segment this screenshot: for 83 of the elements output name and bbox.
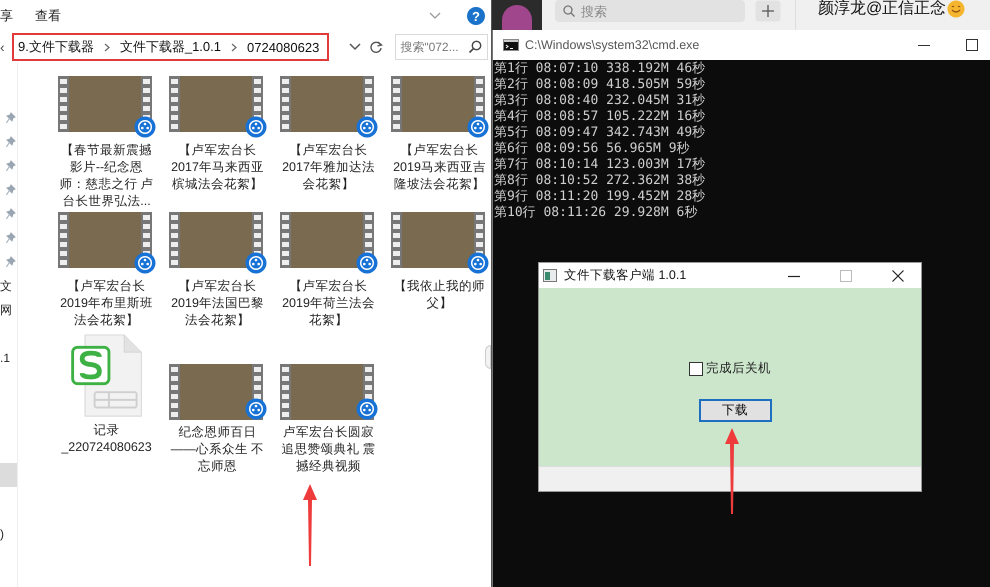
nav-item[interactable]: .1	[0, 346, 17, 370]
film-reel-icon	[244, 398, 266, 420]
pin-icon	[6, 208, 16, 220]
console-line: 第2行 08:08:09 418.505M 59秒	[494, 77, 706, 93]
video-thumbnail[interactable]	[280, 364, 374, 420]
video-thumbnail[interactable]	[280, 212, 374, 268]
video-thumbnail[interactable]	[390, 76, 484, 132]
checkbox[interactable]	[689, 362, 703, 376]
spreadsheet-file-icon[interactable]	[68, 334, 144, 418]
file-name[interactable]: 【卢军宏台长2017年马来西亚槟城法会花絮】	[170, 142, 266, 193]
checkbox-label[interactable]: 完成后关机	[706, 360, 771, 377]
chevron-down-icon[interactable]	[429, 12, 441, 20]
file-name[interactable]: 【卢军宏台长2019年荷兰法会花絮】	[280, 278, 376, 329]
pin-icon	[6, 232, 16, 244]
app-icon	[543, 269, 557, 282]
console-line: 第10行 08:11:26 29.928M 6秒	[494, 205, 698, 221]
add-button[interactable]	[755, 0, 781, 22]
video-thumbnail[interactable]	[58, 76, 152, 132]
address-bar[interactable]: 9.文件下载器 文件下载器_1.0.1 0724080623	[12, 33, 330, 61]
search-icon[interactable]	[468, 40, 482, 54]
close-button[interactable]	[891, 268, 905, 282]
console-line: 第4行 08:08:57 105.222M 16秒	[494, 109, 706, 125]
file-name[interactable]: 【卢军宏台长2019年法国巴黎法会花絮】	[170, 278, 266, 329]
maximize-button[interactable]	[965, 38, 979, 52]
collapse-handle[interactable]	[485, 345, 491, 369]
nav-item[interactable]: 文	[0, 274, 17, 298]
pin-icon	[6, 256, 16, 268]
file-name[interactable]: 卢军宏台长圆寂追思赞颂典礼 震撼经典视频	[280, 424, 376, 475]
dropdown-icon[interactable]	[349, 43, 362, 51]
console-line: 第3行 08:08:40 232.045M 31秒	[494, 93, 706, 109]
file-name[interactable]: 【我依止我的师父】	[392, 278, 488, 312]
film-reel-icon	[356, 398, 378, 420]
file-name[interactable]: 【卢军宏台长2019马来西亚吉隆坡法会花絮】	[392, 142, 488, 193]
nav-item[interactable]: 网	[0, 298, 17, 322]
film-reel-icon	[244, 116, 266, 138]
video-thumbnail[interactable]	[280, 76, 374, 132]
pin-icon	[6, 112, 16, 124]
pin-icon	[6, 160, 16, 172]
console-line: 第7行 08:10:14 123.003M 17秒	[494, 157, 706, 173]
help-button[interactable]: ?	[467, 7, 485, 25]
ribbon-tab[interactable]: 查看	[35, 7, 61, 25]
film-reel-icon	[134, 252, 156, 274]
search-icon	[563, 5, 575, 17]
console-line: 第8行 08:10:52 272.362M 38秒	[494, 173, 706, 189]
file-name[interactable]: 【春节最新震撼影片--纪念恩师：慈悲之行 卢台长世界弘法...	[58, 142, 154, 210]
console-line: 第1行 08:07:10 338.192M 46秒	[494, 61, 706, 77]
video-thumbnail[interactable]	[390, 212, 484, 268]
console-line: 第9行 08:11:20 199.452M 28秒	[494, 189, 706, 205]
search-field[interactable]: 搜索	[555, 0, 745, 22]
file-name[interactable]: 记录_220724080623	[58, 422, 154, 456]
pin-icon	[6, 136, 16, 148]
search-field[interactable]: 搜索"072...	[395, 34, 488, 60]
film-reel-icon	[356, 116, 378, 138]
film-reel-icon	[466, 116, 488, 138]
film-reel-icon	[244, 252, 266, 274]
film-reel-icon	[466, 252, 488, 274]
film-reel-icon	[356, 252, 378, 274]
window-title: C:\Windows\system32\cmd.exe	[525, 38, 700, 52]
console-line: 第6行 08:09:56 56.965M 9秒	[494, 141, 691, 157]
ribbon-tab[interactable]: 享	[0, 7, 13, 25]
back-caret[interactable]: ‹	[0, 39, 6, 55]
breadcrumb-item[interactable]: 文件下载器_1.0.1	[120, 38, 221, 56]
breadcrumb-item[interactable]: 0724080623	[247, 40, 320, 54]
refresh-icon[interactable]	[369, 40, 384, 54]
video-thumbnail[interactable]	[168, 212, 262, 268]
file-name[interactable]: 纪念恩师百日——心系众生 不忘师恩	[170, 424, 266, 475]
download-button[interactable]: 下载	[698, 399, 772, 422]
window-title: 文件下载客户端 1.0.1	[564, 267, 686, 284]
video-thumbnail[interactable]	[168, 364, 262, 420]
console-line: 第5行 08:09:47 342.743M 49秒	[494, 125, 706, 141]
video-thumbnail[interactable]	[58, 212, 152, 268]
film-reel-icon	[134, 116, 156, 138]
chevron-right-icon	[104, 42, 110, 52]
file-name[interactable]: 【卢军宏台长2019年布里斯班法会花絮】	[58, 278, 154, 329]
nav-item[interactable]: )	[0, 522, 17, 546]
chevron-right-icon	[231, 42, 237, 52]
file-name[interactable]: 【卢军宏台长2017年雅加达法会花絮】	[280, 142, 376, 193]
terminal-icon	[503, 39, 519, 51]
smiley-icon	[947, 0, 966, 18]
breadcrumb-item[interactable]: 9.文件下载器	[18, 38, 94, 56]
video-thumbnail[interactable]	[168, 76, 262, 132]
avatar[interactable]	[502, 5, 532, 31]
pin-icon	[6, 184, 16, 196]
